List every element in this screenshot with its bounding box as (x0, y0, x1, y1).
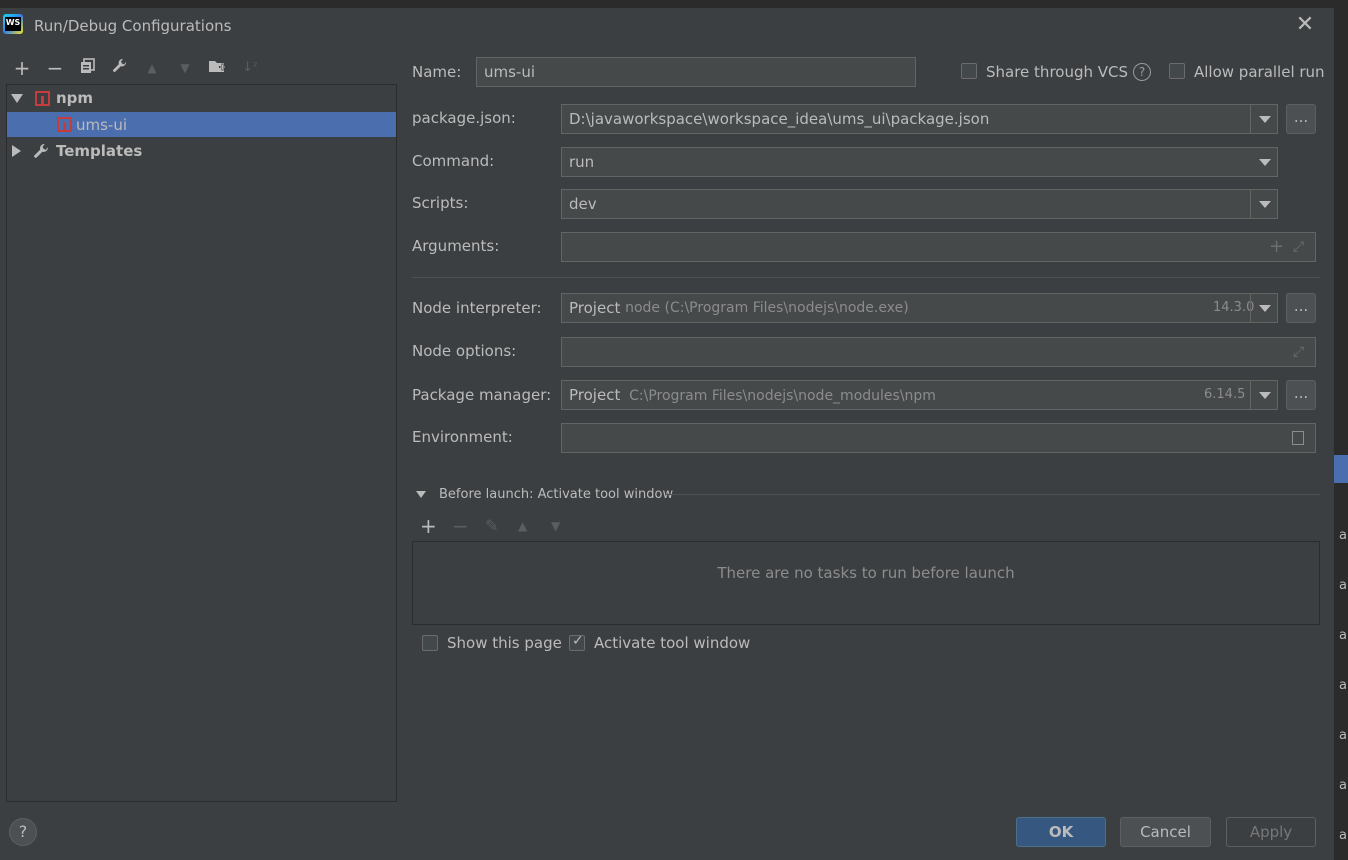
remove-icon[interactable]: − (452, 514, 469, 538)
chevron-down-icon (1259, 305, 1271, 312)
close-icon[interactable]: ✕ (1294, 14, 1316, 36)
background-text: ar (1339, 828, 1348, 843)
name-label: Name: (412, 63, 462, 81)
arrow-down-icon[interactable]: ▼ (551, 519, 560, 533)
background-editor-strip (0, 0, 1348, 8)
background-text: ar (1339, 528, 1348, 543)
before-launch-task-list[interactable] (412, 541, 1320, 625)
background-text: ar (1339, 578, 1348, 593)
add-icon[interactable]: + (420, 514, 437, 538)
package-json-value: D:\javaworkspace\workspace_idea\ums_ui\p… (569, 110, 990, 128)
npm-version: 6.14.5 (1204, 387, 1246, 402)
browse-package-manager-button[interactable]: ... (1286, 380, 1316, 410)
tree-item-label: Templates (56, 142, 143, 160)
ok-button[interactable]: OK (1016, 817, 1106, 847)
webstorm-app-icon: WS (3, 14, 23, 34)
divider (666, 494, 1320, 495)
arguments-label: Arguments: (412, 237, 500, 255)
tree-item-label: npm (56, 89, 94, 107)
allow-parallel-checkbox[interactable] (1169, 63, 1185, 79)
scripts-label: Scripts: (412, 194, 469, 212)
node-version: 14.3.0 (1213, 300, 1255, 315)
node-interpreter-prefix: Project (569, 299, 621, 317)
name-input[interactable]: ums-ui (476, 57, 916, 87)
cancel-button[interactable]: Cancel (1120, 817, 1211, 847)
scripts-value: dev (569, 195, 597, 213)
browse-package-json-button[interactable]: ... (1286, 104, 1316, 134)
background-text: ar (1339, 678, 1348, 693)
document-icon[interactable] (1292, 431, 1304, 445)
folder-add-icon[interactable] (206, 58, 228, 78)
help-circle-icon[interactable]: ? (1133, 63, 1151, 81)
command-value: run (569, 153, 595, 171)
activate-tool-window-label: Activate tool window (594, 634, 751, 652)
background-text: ar (1339, 728, 1348, 743)
background-text: ar (1339, 628, 1348, 643)
chevron-down-icon (1259, 116, 1271, 123)
collapse-arrow-icon[interactable] (12, 145, 21, 157)
before-launch-header[interactable]: Before launch: Activate tool window (439, 487, 673, 502)
empty-tasks-text: There are no tasks to run before launch (717, 564, 1015, 582)
package-manager-dropdown[interactable]: Project C:\Program Files\nodejs\node_mod… (561, 380, 1278, 410)
arrow-down-icon[interactable]: ▼ (174, 58, 196, 78)
activate-tool-window-checkbox[interactable] (569, 633, 585, 651)
arrow-up-icon[interactable]: ▲ (141, 58, 163, 78)
package-json-dropdown[interactable]: D:\javaworkspace\workspace_idea\ums_ui\p… (561, 104, 1278, 134)
copy-icon[interactable] (77, 58, 99, 78)
add-icon[interactable]: + (11, 58, 33, 78)
expand-icon[interactable]: ⤢ (1293, 338, 1304, 366)
node-options-label: Node options: (412, 342, 517, 360)
npm-icon (57, 117, 72, 132)
node-options-input[interactable]: ⤢ (561, 337, 1316, 367)
wrench-icon[interactable] (109, 58, 131, 78)
remove-icon[interactable]: − (44, 58, 66, 78)
background-text: ar (1339, 778, 1348, 793)
chevron-down-icon (1259, 201, 1271, 208)
browse-node-button[interactable]: ... (1286, 293, 1316, 323)
chevron-down-icon (1259, 159, 1271, 166)
expand-arrow-icon[interactable] (11, 94, 23, 103)
scripts-dropdown[interactable]: dev (561, 189, 1278, 219)
show-page-label: Show this page (447, 634, 562, 652)
divider (412, 277, 1320, 278)
chevron-down-icon (1259, 392, 1271, 399)
package-manager-label: Package manager: (412, 386, 552, 404)
npm-icon (35, 91, 50, 106)
tree-item-label: ums-ui (76, 116, 128, 134)
allow-parallel-label: Allow parallel run (1194, 63, 1325, 81)
edit-icon[interactable]: ✎ (485, 516, 498, 535)
package-json-label: package.json: (412, 109, 516, 127)
arguments-input[interactable]: + ⤢ (561, 232, 1316, 262)
environment-input[interactable] (561, 423, 1316, 453)
window-title: Run/Debug Configurations (34, 17, 232, 35)
command-label: Command: (412, 152, 495, 170)
node-interpreter-dropdown[interactable]: Project node (C:\Program Files\nodejs\no… (561, 293, 1278, 323)
background-editor-panel: ar ar ar ar ar ar ar (1334, 0, 1348, 860)
collapse-arrow-icon[interactable] (416, 491, 426, 498)
arrow-up-icon[interactable]: ▲ (518, 519, 527, 533)
package-manager-path: C:\Program Files\nodejs\node_modules\npm (629, 388, 936, 404)
sort-alpha-icon[interactable]: ↓ᶻ (239, 58, 261, 78)
environment-label: Environment: (412, 428, 513, 446)
wrench-icon (33, 143, 50, 164)
package-manager-prefix: Project (569, 386, 621, 404)
node-interpreter-label: Node interpreter: (412, 299, 542, 317)
apply-button[interactable]: Apply (1226, 817, 1316, 847)
configuration-tree (6, 84, 397, 802)
share-vcs-checkbox[interactable] (961, 63, 977, 79)
node-interpreter-path: node (C:\Program Files\nodejs\node.exe) (625, 300, 909, 316)
help-button[interactable]: ? (9, 818, 37, 846)
command-dropdown[interactable]: run (561, 147, 1278, 177)
add-icon[interactable]: + (1269, 233, 1284, 261)
expand-icon[interactable]: ⤢ (1293, 233, 1304, 261)
share-vcs-label: Share through VCS (986, 63, 1129, 81)
show-page-checkbox[interactable] (422, 635, 438, 651)
